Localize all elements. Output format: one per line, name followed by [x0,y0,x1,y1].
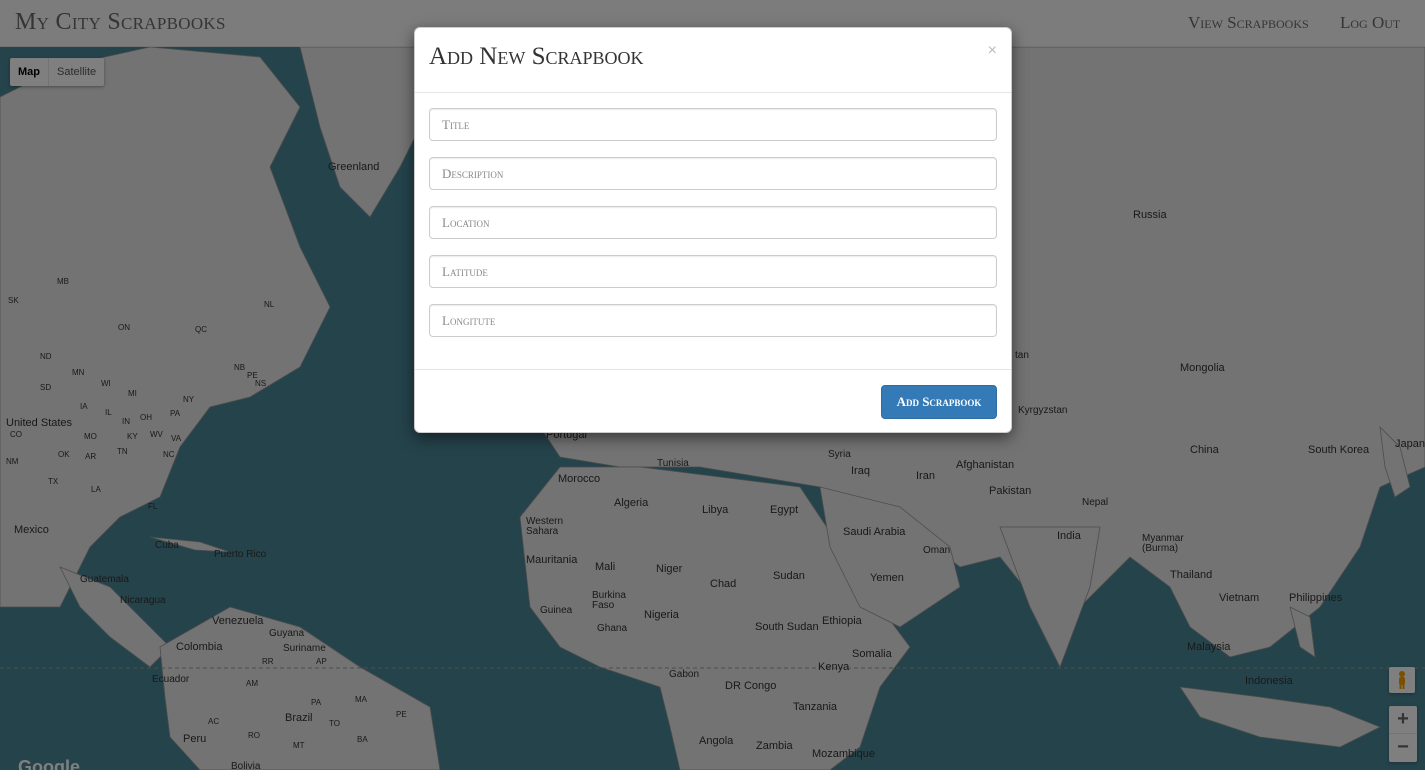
description-input[interactable] [429,157,997,190]
location-input[interactable] [429,206,997,239]
longitude-input[interactable] [429,304,997,337]
modal-body [415,93,1011,369]
title-input[interactable] [429,108,997,141]
close-icon[interactable]: × [988,42,997,60]
modal-header: Add New Scrapbook × [415,28,1011,93]
add-scrapbook-button[interactable]: Add Scrapbook [881,385,997,419]
modal-footer: Add Scrapbook [415,369,1011,434]
modal-title: Add New Scrapbook [429,43,644,70]
latitude-input[interactable] [429,255,997,288]
add-scrapbook-modal: Add New Scrapbook × Add Scrapbook [414,27,1012,433]
